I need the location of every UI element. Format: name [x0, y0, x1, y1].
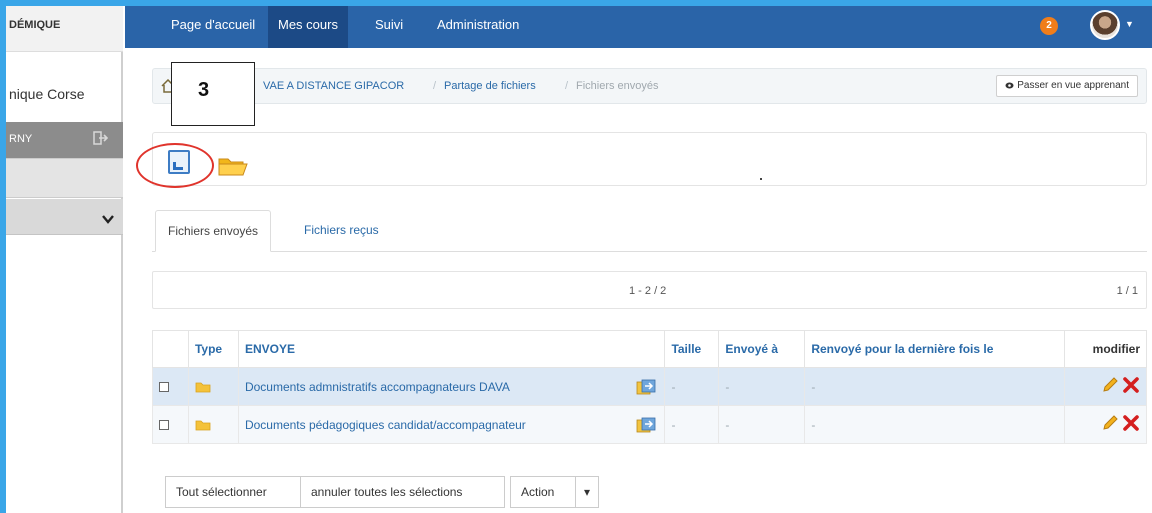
row-size: -	[664, 367, 720, 406]
brand-label: DÉMIQUE	[9, 19, 61, 31]
pagination-bar: 1 - 2 / 2 1 / 1	[152, 271, 1147, 309]
action-dropdown-button[interactable]: Action	[510, 476, 576, 508]
send-file-icon[interactable]	[636, 417, 656, 434]
header-select	[152, 330, 189, 368]
avatar[interactable]	[1090, 10, 1120, 40]
tab-received-files[interactable]: Fichiers reçus	[292, 210, 391, 252]
header-sent[interactable]: ENVOYE	[237, 330, 666, 368]
row-sent-to: -	[718, 405, 806, 444]
step-callout: 3	[171, 62, 255, 126]
row-type-cell	[187, 367, 239, 406]
chevron-down-icon	[102, 211, 114, 229]
nav-my-courses[interactable]: Mes cours	[268, 6, 348, 48]
row-sent-to: -	[718, 367, 806, 406]
row-last-resent: -	[804, 367, 1065, 406]
header-last-resent[interactable]: Renvoyé pour la dernière fois le	[804, 330, 1065, 368]
row-checkbox[interactable]	[159, 382, 169, 393]
sidebar-brand: DÉMIQUE	[6, 6, 123, 52]
top-navbar: Page d'accueil Mes cours Suivi Administr…	[125, 6, 1152, 48]
nav-home[interactable]: Page d'accueil	[161, 6, 265, 48]
breadcrumb-course[interactable]: VAE A DISTANCE GIPACOR	[263, 80, 404, 92]
sidebar-user-name: RNY	[9, 133, 33, 145]
edit-pencil-icon[interactable]	[1101, 414, 1119, 435]
eye-icon	[1005, 80, 1017, 91]
app-frame: DÉMIQUE nique Corse RNY Page d'accueil M…	[6, 6, 1152, 513]
row-last-resent: -	[804, 405, 1065, 444]
unselect-all-button[interactable]: annuler toutes les sélections	[300, 476, 505, 508]
file-name-link[interactable]: Documents pédagogiques candidat/accompag…	[245, 418, 526, 432]
folder-icon	[195, 381, 212, 393]
breadcrumb-separator: /	[565, 80, 569, 92]
tabs: Fichiers envoyés Fichiers reçus	[152, 210, 1147, 252]
new-folder-icon[interactable]	[217, 153, 251, 177]
nav-administration[interactable]: Administration	[427, 6, 529, 48]
breadcrumb-separator: /	[433, 80, 437, 92]
breadcrumb: VAE A DISTANCE GIPACOR / Partage de fich…	[152, 68, 1147, 104]
nav-tracking[interactable]: Suivi	[365, 6, 413, 48]
caret-down-icon[interactable]: ▼	[1125, 19, 1134, 29]
table-row: Documents admnistratifs accompagnateurs …	[152, 367, 1148, 406]
edit-pencil-icon[interactable]	[1101, 376, 1119, 397]
row-type-cell	[187, 405, 239, 444]
delete-icon[interactable]	[1122, 414, 1140, 435]
row-size: -	[664, 405, 720, 444]
row-name-cell: Documents pédagogiques candidat/accompag…	[237, 405, 666, 444]
row-select-cell	[152, 405, 189, 444]
pagination-range: 1 - 2 / 2	[629, 285, 667, 297]
breadcrumb-file-sharing[interactable]: Partage de fichiers	[444, 80, 536, 92]
header-size[interactable]: Taille	[664, 330, 720, 368]
student-view-button[interactable]: Passer en vue apprenant	[996, 75, 1138, 97]
row-edit-cell	[1063, 405, 1148, 444]
stray-dot	[760, 178, 762, 180]
header-type[interactable]: Type	[187, 330, 239, 368]
pagination-pages: 1 / 1	[1116, 285, 1138, 297]
sidebar: DÉMIQUE nique Corse RNY	[6, 6, 123, 513]
file-name-link[interactable]: Documents admnistratifs accompagnateurs …	[245, 380, 510, 394]
toolbar	[152, 132, 1147, 186]
row-select-cell	[152, 367, 189, 406]
row-name-cell: Documents admnistratifs accompagnateurs …	[237, 367, 666, 406]
highlight-circle	[136, 143, 214, 188]
notification-badge[interactable]: 2	[1040, 17, 1058, 35]
send-file-icon[interactable]	[636, 379, 656, 396]
delete-icon[interactable]	[1122, 376, 1140, 397]
header-sent-to[interactable]: Envoyé à	[718, 330, 806, 368]
row-edit-cell	[1063, 367, 1148, 406]
row-checkbox[interactable]	[159, 420, 169, 431]
files-table: Type ENVOYE Taille Envoyé à Renvoyé pour…	[152, 330, 1148, 444]
action-caret-icon[interactable]: ▾	[575, 476, 599, 508]
sidebar-empty-block	[6, 158, 123, 198]
breadcrumb-current: Fichiers envoyés	[576, 80, 659, 92]
folder-icon	[195, 419, 212, 431]
logout-icon[interactable]	[93, 130, 109, 146]
tab-sent-files[interactable]: Fichiers envoyés	[155, 210, 272, 252]
sidebar-user[interactable]: RNY	[6, 122, 123, 158]
table-header-row: Type ENVOYE Taille Envoyé à Renvoyé pour…	[152, 330, 1148, 368]
student-view-label: Passer en vue apprenant	[1017, 80, 1129, 91]
sidebar-collapse-toggle[interactable]	[6, 199, 123, 235]
header-edit: modifier	[1063, 330, 1148, 368]
select-all-button[interactable]: Tout sélectionner	[165, 476, 301, 508]
sidebar-org-name: nique Corse	[9, 86, 85, 102]
table-row: Documents pédagogiques candidat/accompag…	[152, 405, 1148, 444]
